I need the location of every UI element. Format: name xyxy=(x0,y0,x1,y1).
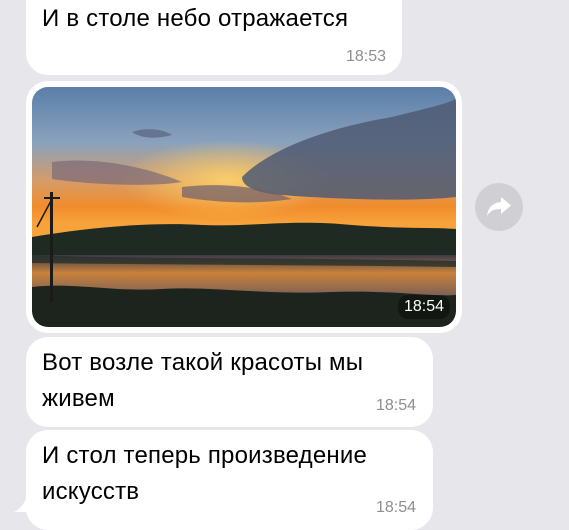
share-button[interactable] xyxy=(475,183,523,231)
share-arrow-icon xyxy=(487,197,511,216)
message-text: И в столе небо отражается xyxy=(42,5,349,32)
message-bubble[interactable]: Вот возле такой красоты мы живем 18:54 xyxy=(26,337,433,427)
sunset-photo[interactable]: 18:54 xyxy=(32,87,456,327)
message-bubble[interactable]: И в столе небо отражается 18:53 xyxy=(26,0,402,75)
message-text: И стол теперь произведение искусств xyxy=(42,442,368,505)
bubble-tail xyxy=(14,486,40,512)
message-time: 18:53 xyxy=(345,48,386,65)
message-time: 18:54 xyxy=(375,397,416,414)
message-text: Вот возле такой красоты мы живем xyxy=(42,349,364,412)
message-time: 18:54 xyxy=(375,499,416,516)
photo-time: 18:54 xyxy=(397,295,450,319)
photo-message[interactable]: 18:54 xyxy=(26,81,462,333)
message-bubble[interactable]: И стол теперь произведение искусств 18:5… xyxy=(26,430,433,530)
